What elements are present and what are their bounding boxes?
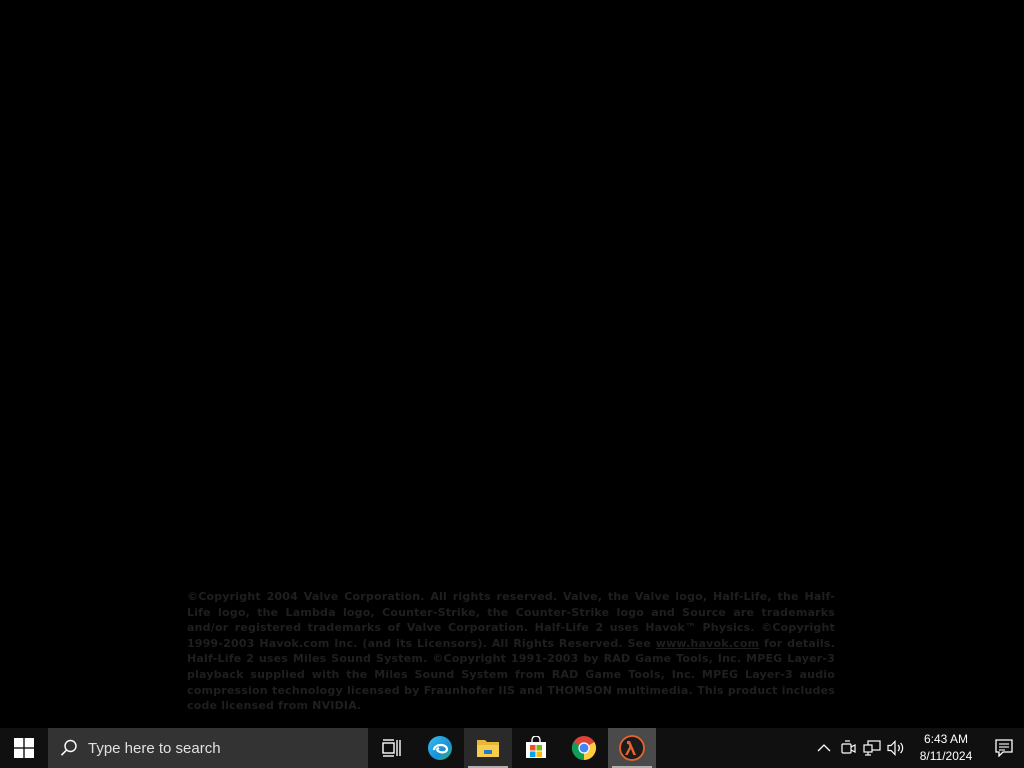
start-button[interactable] — [0, 728, 48, 768]
meet-now-icon — [841, 740, 856, 754]
taskbar-clock[interactable]: 6:43 AM 8/11/2024 — [908, 728, 984, 768]
search-placeholder: Type here to search — [88, 739, 221, 757]
network-button[interactable] — [860, 728, 884, 768]
taskbar: Type here to search 6:43 AM 8/11/2024 — [0, 728, 1024, 768]
file-explorer-button[interactable] — [464, 728, 512, 768]
system-tray: 6:43 AM 8/11/2024 — [812, 728, 1024, 768]
legal-copyright-text: ©Copyright 2004 Valve Corporation. All r… — [187, 589, 835, 714]
action-center-button[interactable] — [984, 728, 1024, 768]
desktop-screen: ©Copyright 2004 Valve Corporation. All r… — [0, 0, 1024, 768]
search-icon — [60, 739, 77, 756]
lambda-icon — [619, 735, 645, 761]
chevron-up-icon — [817, 744, 831, 752]
task-view-button[interactable] — [368, 728, 416, 768]
notification-icon — [995, 739, 1013, 757]
microsoft-store-button[interactable] — [512, 728, 560, 768]
volume-icon — [887, 740, 904, 756]
search-input[interactable]: Type here to search — [48, 728, 368, 768]
game-window[interactable]: ©Copyright 2004 Valve Corporation. All r… — [0, 0, 1024, 728]
volume-button[interactable] — [884, 728, 908, 768]
edge-icon — [428, 736, 452, 760]
chrome-icon — [571, 736, 597, 760]
clock-date: 8/11/2024 — [919, 749, 973, 763]
show-hidden-icons-button[interactable] — [812, 728, 836, 768]
half-life-2-button[interactable] — [608, 728, 656, 768]
havok-link[interactable]: www.havok.com — [656, 637, 760, 650]
task-view-icon — [382, 739, 401, 757]
meet-now-button[interactable] — [836, 728, 860, 768]
windows-logo-icon — [14, 738, 34, 758]
network-icon — [863, 740, 881, 756]
store-icon — [526, 736, 546, 758]
chrome-button[interactable] — [560, 728, 608, 768]
clock-time: 6:43 AM — [923, 732, 969, 746]
edge-button[interactable] — [416, 728, 464, 768]
folder-icon — [477, 740, 499, 757]
